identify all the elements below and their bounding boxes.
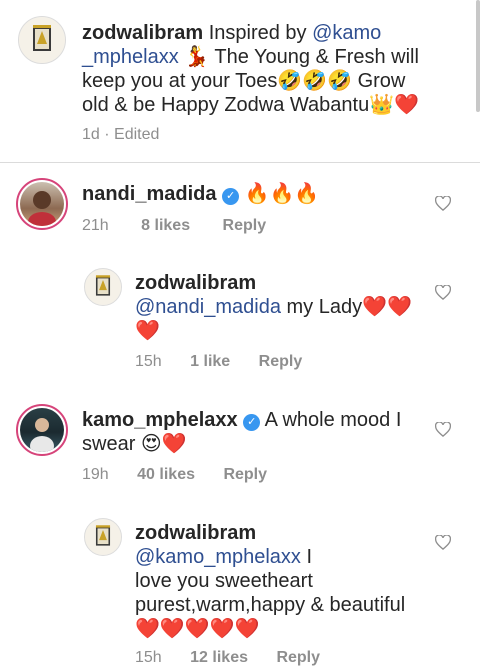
- likes-count[interactable]: 8 likes: [141, 217, 190, 234]
- comment-meta: 19h 40 likes Reply: [82, 466, 267, 484]
- heart-emoji: ❤️: [387, 296, 412, 318]
- heart-eyes-emoji: 😍: [140, 433, 162, 455]
- zl-logo-icon: [33, 25, 51, 51]
- reply-author-avatar[interactable]: [84, 518, 122, 556]
- reply-button[interactable]: Reply: [276, 649, 320, 666]
- reply-button[interactable]: Reply: [223, 466, 267, 483]
- scrollbar[interactable]: [476, 0, 480, 112]
- heart-emoji: ❤️: [161, 433, 187, 455]
- like-heart-icon[interactable]: [435, 196, 453, 212]
- reply-username[interactable]: zodwalibram: [135, 522, 256, 544]
- heart-emoji: ❤️: [394, 94, 420, 116]
- fire-emoji: 🔥: [269, 183, 295, 205]
- reply-time: 15h: [135, 353, 162, 370]
- comment-body: nandi_madida ✓ 🔥🔥🔥: [82, 182, 319, 206]
- reply-body: zodwalibram @kamo_mphelaxx I love you sw…: [135, 522, 406, 640]
- verified-badge-icon: ✓: [243, 414, 261, 431]
- mention-link[interactable]: @nandi_madida: [135, 296, 281, 318]
- heart-emoji: ❤️: [362, 296, 388, 318]
- comment-time: 21h: [82, 217, 109, 234]
- dancer-emoji: 💃: [184, 46, 210, 68]
- mention-link[interactable]: @kamo_mphelaxx: [135, 546, 301, 568]
- comment-time: 19h: [82, 466, 109, 483]
- comment-username[interactable]: nandi_madida: [82, 183, 216, 205]
- verified-badge-icon: ✓: [222, 188, 240, 205]
- likes-count[interactable]: 12 likes: [190, 649, 248, 666]
- profile-photo-icon: [28, 191, 56, 226]
- heart-emoji: ❤️: [234, 618, 260, 640]
- heart-emoji: ❤️: [135, 618, 160, 640]
- reply-author-avatar[interactable]: [84, 268, 122, 306]
- heart-emoji: ❤️: [209, 618, 235, 640]
- comment-meta: 21h 8 likes Reply: [82, 217, 266, 235]
- heart-emoji: ❤️: [135, 320, 160, 342]
- mention-link[interactable]: @kamo: [312, 22, 381, 44]
- reply-meta: 15h 12 likes Reply: [135, 649, 320, 667]
- laughing-emoji: 🤣: [277, 70, 303, 92]
- reply-button[interactable]: Reply: [259, 353, 303, 370]
- like-heart-icon[interactable]: [435, 422, 453, 438]
- divider: [0, 162, 480, 163]
- likes-count[interactable]: 40 likes: [137, 466, 195, 483]
- post-time: 1d: [82, 126, 100, 143]
- reply-time: 15h: [135, 649, 162, 666]
- post-username[interactable]: zodwalibram: [82, 22, 203, 44]
- heart-emoji: ❤️: [184, 618, 210, 640]
- reply-body: zodwalibram @nandi_madida my Lady❤️❤️ ❤️: [135, 272, 412, 342]
- reply-meta: 15h 1 like Reply: [135, 353, 302, 371]
- fire-emoji: 🔥: [294, 183, 320, 205]
- reply-username[interactable]: zodwalibram: [135, 272, 256, 294]
- zl-logo-icon: [95, 275, 111, 296]
- like-heart-icon[interactable]: [435, 535, 453, 551]
- edited-label: Edited: [114, 126, 160, 143]
- reply-button[interactable]: Reply: [223, 217, 267, 234]
- likes-count[interactable]: 1 like: [190, 353, 230, 370]
- commenter-avatar[interactable]: [16, 404, 68, 456]
- crown-emoji: 👑: [369, 94, 395, 116]
- laughing-emoji: 🤣: [327, 70, 353, 92]
- comment-username[interactable]: kamo_mphelaxx: [82, 409, 238, 431]
- post-meta: 1d · Edited: [82, 126, 160, 143]
- laughing-emoji: 🤣: [302, 70, 328, 92]
- zl-logo-icon: [95, 525, 111, 546]
- fire-emoji: 🔥: [244, 183, 270, 205]
- commenter-avatar[interactable]: [16, 178, 68, 230]
- mention-link-cont[interactable]: _mphelaxx: [82, 46, 179, 68]
- like-heart-icon[interactable]: [435, 285, 453, 301]
- post-caption: zodwalibram Inspired by @kamo _mphelaxx …: [82, 22, 420, 116]
- post-author-avatar[interactable]: [18, 16, 66, 64]
- profile-photo-icon: [30, 418, 54, 452]
- comment-body: kamo_mphelaxx ✓ A whole mood I swear 😍❤️: [82, 409, 402, 455]
- heart-emoji: ❤️: [159, 618, 185, 640]
